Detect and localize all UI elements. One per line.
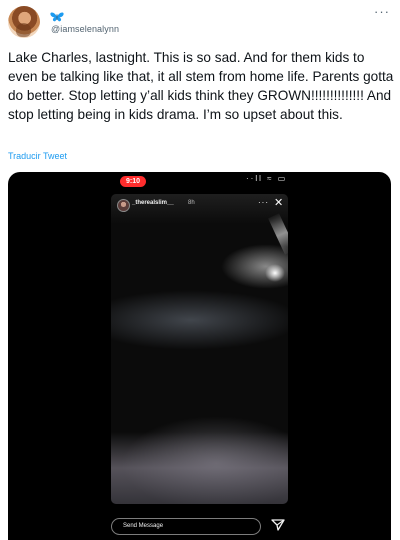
- video-frame: [265, 264, 285, 282]
- story-close-icon: ✕: [274, 197, 284, 209]
- signal-wifi-battery-icon: ··ll ≈ ▭: [246, 174, 288, 183]
- send-message-field: Send Message: [111, 518, 261, 535]
- more-options-icon[interactable]: ···: [374, 5, 390, 18]
- display-name[interactable]: [50, 9, 64, 24]
- tweet-media[interactable]: 9:10 ··ll ≈ ▭ _therealslim__ 8h ··· ✕ Se…: [8, 172, 391, 540]
- send-icon: [271, 519, 285, 531]
- butterfly-icon: [50, 11, 64, 21]
- story-more-icon: ···: [258, 198, 269, 207]
- story-avatar: [117, 199, 130, 212]
- story-age: 8h: [188, 200, 195, 206]
- status-time: 9:10: [120, 176, 146, 187]
- story-frame: _therealslim__ 8h ··· ✕: [111, 194, 288, 504]
- video-frame: [111, 290, 288, 350]
- tweet-header: @iamselenalynn ···: [8, 5, 390, 42]
- user-handle[interactable]: @iamselenalynn: [51, 24, 119, 34]
- translate-tweet-link[interactable]: Traducir Tweet: [8, 151, 67, 161]
- phone-status-bar: 9:10 ··ll ≈ ▭: [8, 172, 391, 190]
- story-reply-bar: Send Message: [111, 518, 289, 536]
- tweet-text: Lake Charles, lastnight. This is so sad.…: [8, 50, 394, 122]
- avatar[interactable]: [8, 6, 40, 38]
- story-username: _therealslim__: [132, 200, 174, 206]
- video-frame: [111, 432, 288, 504]
